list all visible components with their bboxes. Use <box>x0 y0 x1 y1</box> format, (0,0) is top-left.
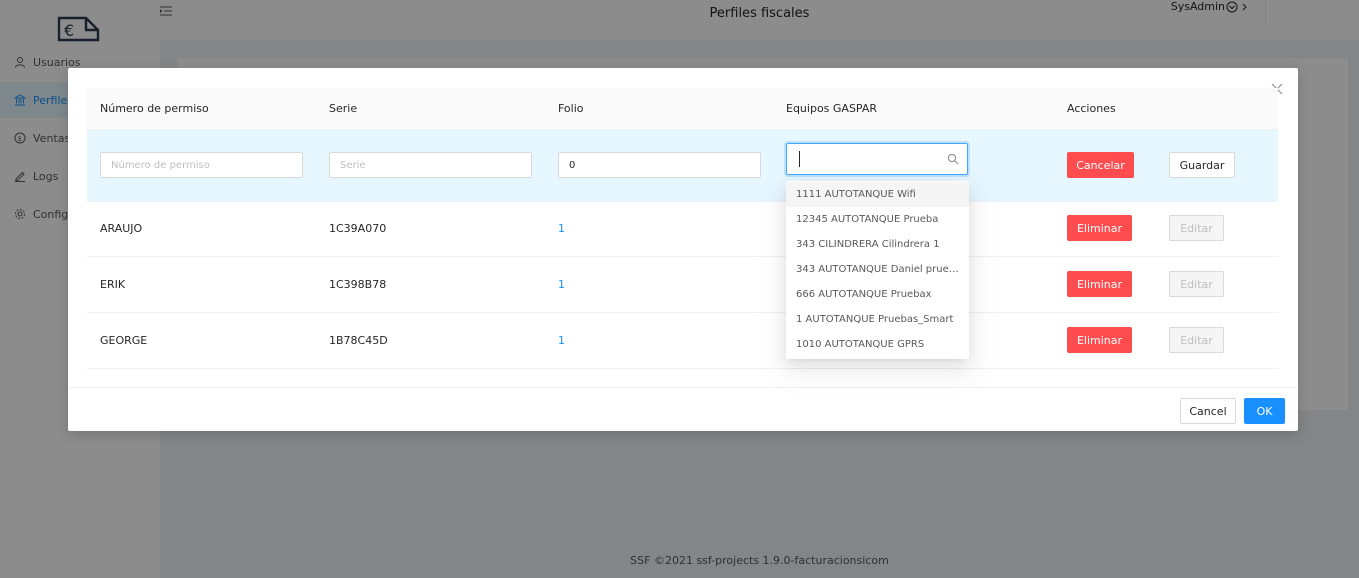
table-row-editing: Cancelar Guardar <box>87 130 1278 202</box>
permiso-cell: ERIK <box>100 278 126 291</box>
table-row: GEORGE 1B78C45D 1 Eliminar Editar <box>87 313 1278 369</box>
serie-cell: 1B78C45D <box>329 334 388 347</box>
delete-button[interactable]: Eliminar <box>1067 215 1132 241</box>
permiso-cell: GEORGE <box>100 334 148 347</box>
table-row: ARAUJO 1C39A070 1 Eliminar Editar <box>87 201 1278 257</box>
modal-cancel-button[interactable]: Cancel <box>1180 398 1236 424</box>
equipos-select[interactable] <box>786 143 968 175</box>
dropdown-option[interactable]: 12345 AUTOTANQUE Prueba <box>786 207 969 232</box>
column-header-permiso: Número de permiso <box>100 102 209 115</box>
serie-cell: 1C398B78 <box>329 278 387 291</box>
edit-button[interactable]: Editar <box>1169 215 1224 241</box>
permiso-cell: ARAUJO <box>100 222 143 235</box>
permiso-input[interactable] <box>100 152 303 178</box>
folio-cell: 1 <box>558 278 565 291</box>
search-icon <box>947 153 959 165</box>
folio-input[interactable] <box>558 152 761 178</box>
text-cursor <box>799 151 800 167</box>
equipos-dropdown: 1111 AUTOTANQUE Wifi 12345 AUTOTANQUE Pr… <box>786 181 969 359</box>
column-header-serie: Serie <box>329 102 358 115</box>
column-header-folio: Folio <box>558 102 584 115</box>
cancel-edit-button[interactable]: Cancelar <box>1067 152 1134 178</box>
dropdown-option[interactable]: 1111 AUTOTANQUE Wifi <box>786 182 969 207</box>
dropdown-option[interactable]: 666 AUTOTANQUE Pruebax <box>786 282 969 307</box>
dropdown-option[interactable]: 1 AUTOTANQUE Pruebas_Smart <box>786 307 969 332</box>
folio-cell: 1 <box>558 334 565 347</box>
modal-footer: Cancel OK <box>68 387 1298 432</box>
delete-button[interactable]: Eliminar <box>1067 327 1132 353</box>
column-header-acciones: Acciones <box>1067 102 1116 115</box>
dropdown-option[interactable]: 343 CILINDRERA Cilindrera 1 <box>786 232 969 257</box>
table-row: ERIK 1C398B78 1 Eliminar Editar <box>87 257 1278 313</box>
save-button[interactable]: Guardar <box>1169 152 1235 178</box>
fiscal-profiles-modal: Número de permiso Serie Folio Equipos GA… <box>68 68 1298 431</box>
serie-input[interactable] <box>329 152 532 178</box>
column-header-equipos: Equipos GASPAR <box>786 102 878 115</box>
serie-cell: 1C39A070 <box>329 222 387 235</box>
table-header: Número de permiso Serie Folio Equipos GA… <box>87 88 1278 130</box>
edit-button[interactable]: Editar <box>1169 271 1224 297</box>
dropdown-option[interactable]: 1010 AUTOTANQUE GPRS <box>786 332 969 357</box>
modal-ok-button[interactable]: OK <box>1244 398 1285 424</box>
delete-button[interactable]: Eliminar <box>1067 271 1132 297</box>
dropdown-option[interactable]: 343 AUTOTANQUE Daniel prue… <box>786 257 969 282</box>
edit-button[interactable]: Editar <box>1169 327 1224 353</box>
folio-cell: 1 <box>558 222 565 235</box>
